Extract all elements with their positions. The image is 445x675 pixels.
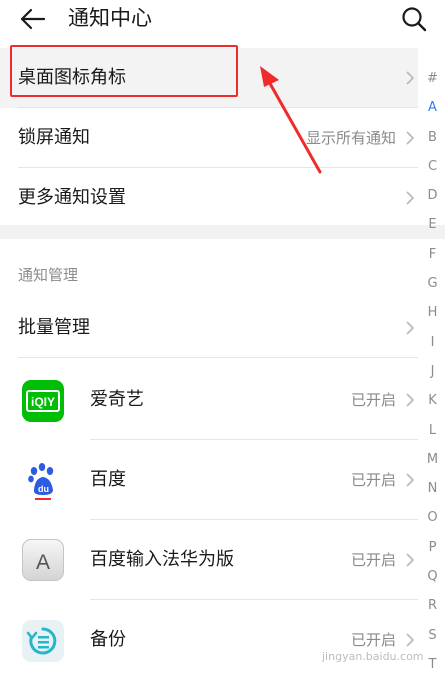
baidu-icon: du <box>22 460 64 502</box>
alpha-index-letter[interactable]: S <box>420 621 445 650</box>
chevron-right-icon <box>406 393 415 407</box>
alpha-index-letter[interactable]: K <box>420 386 445 415</box>
section-title: 通知管理 <box>18 266 79 284</box>
iqiyi-icon: iQIY <box>22 380 64 422</box>
chevron-right-icon <box>406 321 415 335</box>
alpha-index-letter[interactable]: N <box>420 474 445 503</box>
alpha-index-letter[interactable]: Q <box>420 562 445 591</box>
page-title: 通知中心 <box>68 6 152 30</box>
alpha-index-letter[interactable]: O <box>420 503 445 532</box>
chevron-right-icon <box>406 131 415 145</box>
alpha-index-letter[interactable]: P <box>420 533 445 562</box>
more-notification-settings-row[interactable]: 更多通知设置 <box>0 168 418 228</box>
app-row-baidu[interactable]: du 百度 已开启 <box>0 440 418 520</box>
app-row-iqiyi[interactable]: iQIY 爱奇艺 已开启 <box>0 360 418 440</box>
app-row-backup[interactable]: 备份 已开启 <box>0 600 418 675</box>
search-icon[interactable] <box>398 4 430 34</box>
baidu-icon-text: du <box>38 484 49 494</box>
alphabet-index[interactable]: # A B C D E F G H I J K L M N O P Q R S T <box>420 64 445 675</box>
alpha-index-letter[interactable]: # <box>420 64 445 93</box>
alpha-index-letter[interactable]: G <box>420 269 445 298</box>
back-arrow-icon[interactable] <box>14 4 48 34</box>
app-row-baidu-input[interactable]: A 百度输入法华为版 已开启 <box>0 520 418 600</box>
chevron-right-icon <box>406 553 415 567</box>
app-status: 已开启 <box>350 471 396 489</box>
alpha-index-letter[interactable]: H <box>420 298 445 327</box>
chevron-right-icon <box>406 473 415 487</box>
app-name: 备份 <box>90 629 126 650</box>
app-status: 已开启 <box>350 551 396 569</box>
alpha-index-letter[interactable]: C <box>420 152 445 181</box>
alpha-index-letter[interactable]: E <box>420 210 445 239</box>
iqiyi-icon-text: iQIY <box>31 395 55 409</box>
baidu-input-icon: A <box>22 539 64 581</box>
chevron-right-icon <box>406 633 415 647</box>
alpha-index-letter[interactable]: I <box>420 328 445 357</box>
alpha-index-letter[interactable]: F <box>420 240 445 269</box>
header-bar: 通知中心 <box>0 0 445 44</box>
app-name: 百度输入法华为版 <box>90 549 234 570</box>
baidu-input-icon-text: A <box>36 551 50 574</box>
alpha-index-letter[interactable]: M <box>420 445 445 474</box>
lock-screen-notification-row[interactable]: 锁屏通知 显示所有通知 <box>0 108 418 168</box>
alpha-index-letter[interactable]: A <box>420 93 445 122</box>
watermark: jingyan.baidu.com <box>322 650 424 663</box>
batch-manage-row[interactable]: 批量管理 <box>0 298 418 358</box>
alpha-index-letter[interactable]: B <box>420 123 445 152</box>
section-divider <box>0 225 445 239</box>
highlight-box <box>10 45 238 97</box>
alpha-index-letter[interactable]: J <box>420 357 445 386</box>
annotation-arrow <box>260 66 322 174</box>
app-status: 已开启 <box>350 391 396 409</box>
alpha-index-letter[interactable]: D <box>420 181 445 210</box>
backup-icon <box>22 620 64 662</box>
chevron-right-icon <box>406 71 415 85</box>
lock-screen-label: 锁屏通知 <box>18 127 90 148</box>
alpha-index-letter[interactable]: R <box>420 591 445 620</box>
app-name: 百度 <box>90 469 126 490</box>
app-name: 爱奇艺 <box>90 389 144 410</box>
chevron-right-icon <box>406 191 415 205</box>
batch-manage-label: 批量管理 <box>18 317 90 338</box>
app-status: 已开启 <box>350 631 396 649</box>
alpha-index-letter[interactable]: L <box>420 416 445 445</box>
more-settings-label: 更多通知设置 <box>18 187 126 208</box>
